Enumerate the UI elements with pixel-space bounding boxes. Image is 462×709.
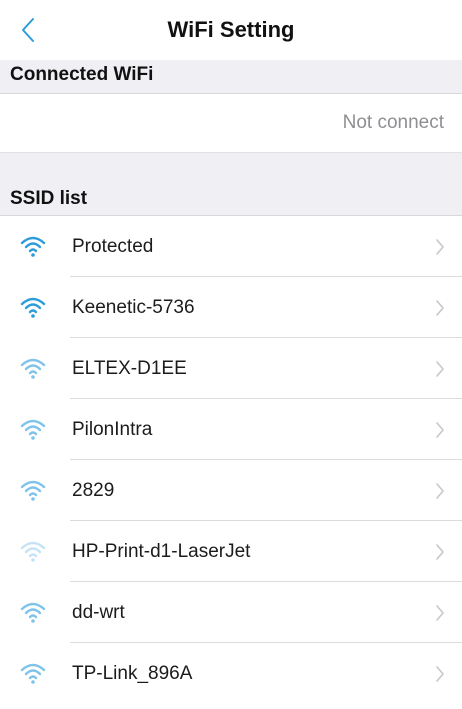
- wifi-icon: [20, 236, 46, 257]
- page-title: WiFi Setting: [167, 17, 295, 42]
- ssid-row[interactable]: ELTEX-D1EE: [0, 338, 462, 399]
- connection-status: Not connect: [342, 112, 444, 133]
- chevron-right-icon: [436, 300, 444, 316]
- ssid-row[interactable]: Keenetic-5736: [0, 277, 462, 338]
- chevron-right-icon: [436, 605, 444, 621]
- chevron-right-icon: [436, 483, 444, 499]
- connected-wifi-header: Connected WiFi: [0, 60, 462, 94]
- ssid-name: PilonIntra: [72, 419, 153, 440]
- ssid-name: Keenetic-5736: [72, 297, 195, 318]
- chevron-right-icon: [436, 544, 444, 560]
- chevron-right-icon: [436, 239, 444, 255]
- wifi-icon: [20, 419, 46, 440]
- ssid-row[interactable]: 2829: [0, 460, 462, 521]
- wifi-icon: [20, 358, 46, 379]
- chevron-left-icon: [22, 18, 34, 42]
- wifi-icon: [20, 297, 46, 318]
- ssid-name: 2829: [72, 480, 115, 501]
- ssid-name: HP-Print-d1-LaserJet: [72, 541, 251, 562]
- chevron-right-icon: [436, 666, 444, 682]
- ssid-list-header: SSID list: [0, 152, 462, 216]
- ssid-name: TP-Link_896A: [72, 663, 193, 684]
- connected-wifi-row: Not connect: [0, 94, 462, 152]
- ssid-row[interactable]: dd-wrt: [0, 582, 462, 643]
- wifi-icon: [20, 541, 46, 562]
- ssid-row[interactable]: PilonIntra: [0, 399, 462, 460]
- ssid-name: ELTEX-D1EE: [72, 358, 187, 379]
- ssid-name: Protected: [72, 236, 154, 257]
- chevron-right-icon: [436, 422, 444, 438]
- ssid-row[interactable]: Protected: [0, 216, 462, 277]
- ssid-name: dd-wrt: [72, 602, 125, 623]
- wifi-icon: [20, 602, 46, 623]
- ssid-list: Protected Keenetic-5736 ELTEX-D1EE PilonInt…: [0, 216, 462, 704]
- chevron-right-icon: [436, 361, 444, 377]
- ssid-row[interactable]: HP-Print-d1-LaserJet: [0, 521, 462, 582]
- wifi-icon: [20, 480, 46, 501]
- wifi-icon: [20, 663, 46, 684]
- ssid-row[interactable]: TP-Link_896A: [0, 643, 462, 704]
- back-button[interactable]: [10, 10, 46, 50]
- navigation-bar: WiFi Setting: [0, 0, 462, 60]
